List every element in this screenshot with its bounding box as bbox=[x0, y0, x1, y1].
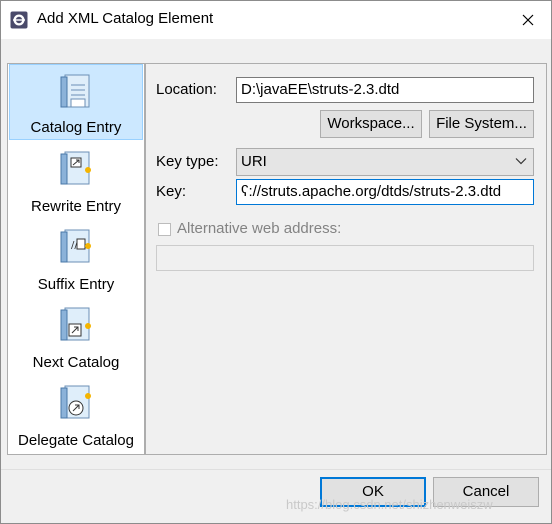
title-bar: Add XML Catalog Element bbox=[1, 1, 551, 39]
watermark-text: https://blog.csdn.net/shizhenweiszw bbox=[286, 497, 493, 512]
close-button[interactable] bbox=[505, 1, 551, 39]
location-label: Location: bbox=[156, 81, 217, 98]
sidebar-item-label: Next Catalog bbox=[32, 354, 120, 371]
key-label: Key: bbox=[156, 183, 187, 200]
footer-divider bbox=[1, 469, 551, 470]
key-type-value: URI bbox=[241, 153, 267, 170]
sidebar-item-next-catalog[interactable]: Next Catalog bbox=[9, 298, 143, 374]
add-xml-catalog-dialog: Add XML Catalog Element Catalog Entry Re… bbox=[0, 0, 552, 524]
file-system-button[interactable]: File System... bbox=[429, 110, 534, 138]
sidebar-item-suffix-entry[interactable]: // Suffix Entry bbox=[9, 220, 143, 296]
entry-form-panel: Location: D:\javaEE\struts-2.3.dtd Works… bbox=[145, 63, 547, 455]
catalog-entry-icon bbox=[60, 74, 90, 108]
rewrite-entry-icon bbox=[60, 151, 91, 185]
location-input[interactable]: D:\javaEE\struts-2.3.dtd bbox=[236, 77, 534, 103]
suffix-entry-icon: // bbox=[60, 229, 91, 263]
key-input[interactable]: ʕ://struts.apache.org/dtds/struts-2.3.dt… bbox=[236, 179, 534, 205]
next-catalog-icon bbox=[60, 307, 91, 341]
delegate-catalog-icon bbox=[60, 385, 91, 419]
key-type-label: Key type: bbox=[156, 153, 219, 170]
close-icon bbox=[522, 14, 534, 26]
sidebar-item-catalog-entry[interactable]: Catalog Entry bbox=[9, 64, 143, 140]
sidebar-item-label: Suffix Entry bbox=[37, 276, 115, 293]
chevron-down-icon bbox=[515, 158, 527, 165]
alternative-web-address-checkbox[interactable] bbox=[158, 223, 171, 236]
sidebar-item-label: Catalog Entry bbox=[30, 119, 122, 136]
element-type-list: Catalog Entry Rewrite Entry // Suffix En… bbox=[7, 63, 145, 455]
sidebar-item-delegate-catalog[interactable]: Delegate Catalog bbox=[9, 376, 143, 452]
window-title: Add XML Catalog Element bbox=[37, 10, 214, 27]
sidebar-item-rewrite-entry[interactable]: Rewrite Entry bbox=[9, 142, 143, 218]
key-type-select[interactable]: URI bbox=[236, 148, 534, 176]
sidebar-item-label: Delegate Catalog bbox=[18, 432, 134, 449]
sidebar-item-label: Rewrite Entry bbox=[30, 198, 122, 215]
workspace-button[interactable]: Workspace... bbox=[320, 110, 422, 138]
eclipse-app-icon bbox=[10, 11, 28, 29]
alternative-web-address-input[interactable] bbox=[156, 245, 534, 271]
alternative-web-address-label: Alternative web address: bbox=[177, 220, 342, 237]
